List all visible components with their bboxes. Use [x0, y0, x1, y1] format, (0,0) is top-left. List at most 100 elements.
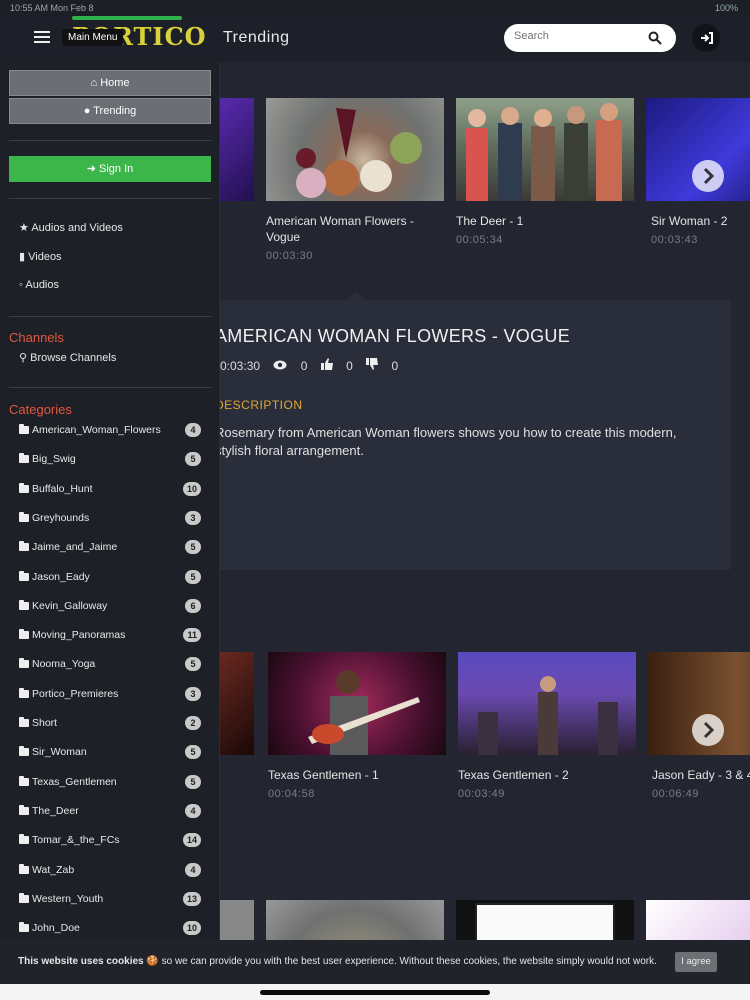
sidebar-link-label: Audios: [25, 279, 59, 291]
star-icon: ★: [19, 222, 29, 234]
category-count-badge: 11: [183, 628, 201, 643]
folder-icon: [19, 453, 29, 464]
video-card[interactable]: [266, 900, 444, 940]
sign-in-icon-button[interactable]: [692, 24, 720, 52]
channels-heading: Channels: [9, 330, 64, 345]
folder-icon: [19, 922, 29, 933]
category-item[interactable]: Sir_Woman 5: [19, 743, 201, 763]
category-item[interactable]: Wat_Zab 4: [19, 861, 201, 881]
sidebar-item-browse-channels[interactable]: ⚲ Browse Channels: [19, 351, 116, 364]
category-label: The_Deer: [32, 804, 79, 817]
sidebar-item-audios-and-videos[interactable]: ★ Audios and Videos: [19, 221, 123, 234]
category-item[interactable]: Buffalo_Hunt 10: [19, 480, 201, 500]
video-thumbnail[interactable]: [266, 98, 444, 201]
category-item[interactable]: Western_Youth 13: [19, 890, 201, 910]
sidebar-trending-button[interactable]: ● Trending: [9, 98, 211, 124]
top-header: PORTICO Main Menu Trending: [0, 16, 750, 62]
video-thumbnail[interactable]: [266, 900, 444, 940]
category-item[interactable]: The_Deer 4: [19, 802, 201, 822]
category-label: Jaime_and_Jaime: [32, 541, 118, 554]
category-item[interactable]: Moving_Panoramas 11: [19, 626, 201, 646]
video-card[interactable]: [646, 900, 750, 940]
sidebar-sign-in-button[interactable]: ➜ Sign In: [9, 156, 211, 182]
video-duration: 00:03:49: [458, 788, 505, 800]
divider: [9, 316, 211, 317]
category-label: Jason_Eady: [32, 570, 90, 583]
category-item[interactable]: Nooma_Yoga 5: [19, 655, 201, 675]
category-count-badge: 10: [182, 921, 201, 936]
category-label: Nooma_Yoga: [32, 658, 96, 671]
video-stats: 0:03:30 0 0 0: [220, 358, 408, 373]
category-item[interactable]: Texas_Gentlemen 5: [19, 773, 201, 793]
video-title[interactable]: The Deer - 1: [456, 213, 634, 229]
video-title[interactable]: Sir Woman - 2: [646, 213, 750, 229]
sidebar-item-videos[interactable]: ▮ Videos: [19, 250, 62, 263]
category-label: Buffalo_Hunt: [32, 482, 93, 495]
hamburger-menu-icon[interactable]: [34, 28, 50, 46]
sidebar-home-button[interactable]: ⌂ Home: [9, 70, 211, 96]
category-item[interactable]: Jason_Eady 5: [19, 568, 201, 588]
category-label: Greyhounds: [32, 511, 90, 524]
category-item[interactable]: Short 2: [19, 714, 201, 734]
category-label: Portico_Premieres: [32, 687, 119, 700]
main-menu-sidebar: ⌂ Home ● Trending ➜ Sign In ★ Audios and…: [0, 62, 220, 940]
video-thumbnail[interactable]: [646, 900, 750, 940]
video-title[interactable]: American Woman Flowers - Vogue: [266, 213, 444, 245]
video-card[interactable]: The Deer - 1 00:05:34: [456, 98, 634, 246]
category-count-badge: 3: [185, 686, 201, 701]
category-count-badge: 2: [185, 716, 201, 730]
category-item[interactable]: Portico_Premieres 3: [19, 685, 201, 705]
video-card[interactable]: Texas Gentlemen - 2 00:03:49: [458, 652, 636, 800]
folder-icon: [19, 629, 29, 640]
cookie-agree-button[interactable]: I agree: [675, 952, 717, 972]
video-title[interactable]: Texas Gentlemen - 2: [458, 767, 636, 783]
category-count-badge: 4: [185, 423, 201, 437]
video-title[interactable]: Jason Eady - 3 & 4: [648, 767, 750, 783]
dislikes-count: 0: [391, 359, 399, 373]
thumbs-up-icon[interactable]: [320, 358, 336, 373]
category-item[interactable]: Tomar_&_the_FCs 14: [19, 831, 201, 851]
category-count-badge: 5: [185, 452, 201, 467]
category-item[interactable]: Kevin_Galloway 6: [19, 597, 201, 617]
carousel-next-button[interactable]: [692, 714, 724, 746]
carousel-next-button[interactable]: [692, 160, 724, 192]
folder-icon: [19, 717, 29, 727]
category-item[interactable]: Jaime_and_Jaime 5: [19, 538, 201, 558]
video-thumbnail[interactable]: [456, 900, 634, 940]
sign-in-icon: ➜: [86, 163, 96, 175]
folder-icon: [19, 804, 29, 815]
category-label: Western_Youth: [32, 892, 104, 905]
video-duration: 00:06:49: [652, 788, 699, 800]
category-count-badge: 10: [182, 481, 201, 496]
video-title[interactable]: Texas Gentlemen - 1: [268, 767, 446, 783]
video-card[interactable]: Texas Gentlemen - 1 00:04:58: [268, 652, 446, 800]
category-item[interactable]: American_Woman_Flowers 4: [19, 421, 201, 441]
search-box[interactable]: [504, 24, 676, 52]
category-item[interactable]: John_Doe 10: [19, 919, 201, 939]
video-card[interactable]: [456, 900, 634, 940]
video-thumbnail[interactable]: [456, 98, 634, 201]
categories-heading: Categories: [9, 402, 72, 417]
video-thumbnail[interactable]: [268, 652, 446, 755]
cookie-message-bold: This website uses cookies: [18, 956, 144, 967]
video-details-panel: AMERICAN WOMAN FLOWERS - VOGUE 0:03:30 0…: [200, 292, 731, 570]
home-indicator[interactable]: [260, 990, 490, 995]
thumbs-down-icon[interactable]: [366, 358, 381, 373]
folder-icon: [19, 863, 29, 874]
category-count-badge: 6: [185, 598, 201, 613]
category-label: Moving_Panoramas: [32, 629, 126, 642]
video-card[interactable]: American Woman Flowers - Vogue 00:03:30: [266, 98, 444, 262]
category-item[interactable]: Big_Swig 5: [19, 450, 201, 470]
category-item[interactable]: Greyhounds 3: [19, 509, 201, 529]
sidebar-item-audios[interactable]: ◦ Audios: [19, 279, 59, 291]
cookie-message: This website uses cookies 🍪 so we can pr…: [18, 956, 657, 967]
category-label: John_Doe: [32, 922, 80, 935]
sidebar-link-label: Browse Channels: [30, 352, 117, 364]
details-duration: 0:03:30: [220, 359, 261, 373]
search-input[interactable]: [514, 30, 644, 42]
category-label: Texas_Gentlemen: [32, 775, 117, 788]
search-icon[interactable]: [648, 31, 662, 45]
home-icon: ⌂: [90, 77, 98, 89]
eye-icon: [273, 359, 290, 373]
video-thumbnail[interactable]: [458, 652, 636, 755]
